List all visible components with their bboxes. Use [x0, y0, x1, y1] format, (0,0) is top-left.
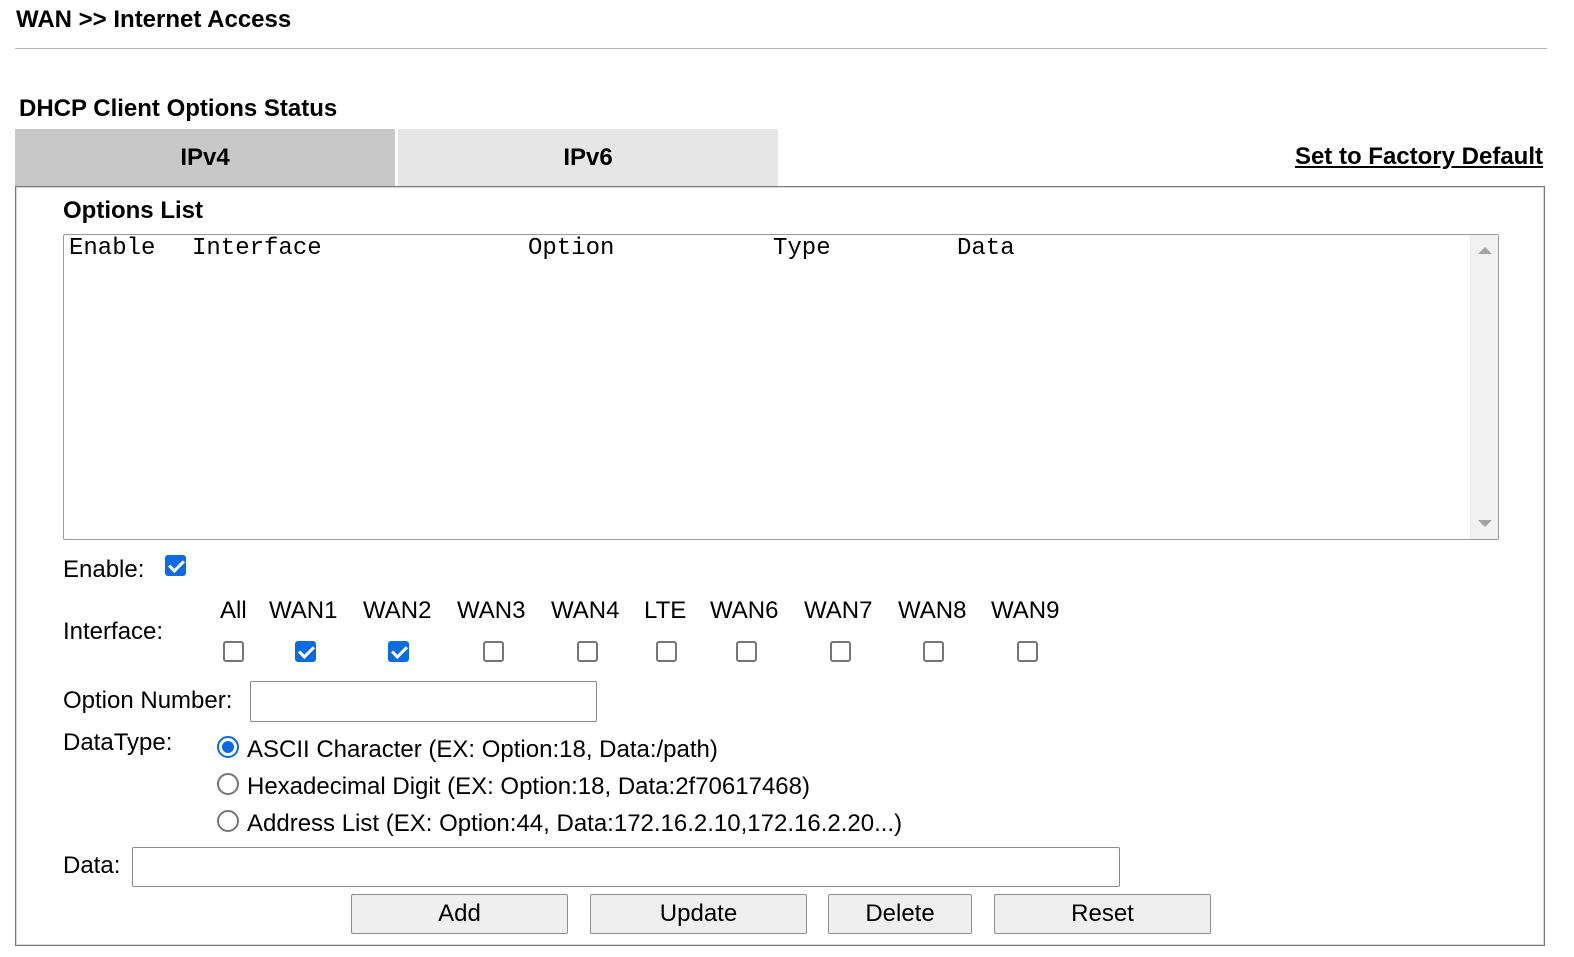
options-list-header: Enable Interface Option Type Data: [69, 235, 1015, 265]
header-divider: [15, 48, 1547, 49]
interface-checkbox-wan6[interactable]: [736, 641, 757, 662]
update-button[interactable]: Update: [590, 894, 807, 934]
datatype-address-list-label: Address List (EX: Option:44, Data:172.16…: [247, 810, 903, 837]
interface-label-all: All: [220, 597, 247, 624]
option-number-label: Option Number:: [63, 687, 233, 714]
reset-button[interactable]: Reset: [994, 894, 1211, 934]
datatype-address-list-radio[interactable]: [217, 810, 239, 832]
interface-checkbox-wan3[interactable]: [483, 641, 504, 662]
interface-label-wan2: WAN2: [363, 597, 432, 624]
interface-checkbox-wan2[interactable]: [388, 641, 409, 662]
interface-label-wan9: WAN9: [991, 597, 1060, 624]
interface-checkbox-lte[interactable]: [656, 641, 677, 662]
tab-ipv4[interactable]: IPv4: [15, 129, 395, 186]
interface-checkbox-all[interactable]: [223, 641, 244, 662]
column-type: Type: [773, 235, 831, 262]
option-number-input[interactable]: [250, 681, 597, 722]
column-data: Data: [957, 235, 1015, 262]
data-label: Data:: [63, 852, 121, 879]
interface-label: Interface:: [63, 618, 164, 645]
interface-checkbox-wan7[interactable]: [830, 641, 851, 662]
tab-ipv6[interactable]: IPv6: [398, 129, 778, 186]
column-enable: Enable: [69, 235, 156, 262]
column-interface: Interface: [192, 235, 322, 262]
interface-label-lte: LTE: [644, 597, 687, 624]
options-list-title: Options List: [63, 197, 203, 224]
column-option: Option: [528, 235, 615, 262]
enable-checkbox[interactable]: [165, 555, 186, 576]
breadcrumb: WAN >> Internet Access: [16, 6, 292, 33]
interface-checkbox-wan9[interactable]: [1017, 641, 1038, 662]
delete-button[interactable]: Delete: [828, 894, 972, 934]
interface-label-wan4: WAN4: [551, 597, 620, 624]
interface-label-wan6: WAN6: [710, 597, 779, 624]
interface-label-wan1: WAN1: [269, 597, 338, 624]
interface-label-wan3: WAN3: [457, 597, 526, 624]
listbox-scrollbar[interactable]: [1470, 235, 1498, 539]
datatype-label: DataType:: [63, 729, 173, 756]
datatype-ascii-radio[interactable]: [217, 736, 239, 758]
datatype-ascii-label: ASCII Character (EX: Option:18, Data:/pa…: [247, 736, 718, 763]
section-title: DHCP Client Options Status: [19, 95, 338, 122]
add-button[interactable]: Add: [351, 894, 568, 934]
data-input[interactable]: [132, 847, 1120, 887]
set-to-factory-default-link[interactable]: Set to Factory Default: [1295, 143, 1543, 171]
scroll-down-arrow-icon[interactable]: [1478, 520, 1492, 527]
enable-label: Enable:: [63, 556, 145, 583]
interface-checkbox-wan1[interactable]: [295, 641, 316, 662]
interface-checkbox-wan4[interactable]: [577, 641, 598, 662]
interface-label-wan8: WAN8: [898, 597, 967, 624]
datatype-hex-label: Hexadecimal Digit (EX: Option:18, Data:2…: [247, 773, 810, 800]
options-listbox[interactable]: Enable Interface Option Type Data: [63, 234, 1499, 540]
interface-label-wan7: WAN7: [804, 597, 873, 624]
datatype-hex-radio[interactable]: [217, 773, 239, 795]
interface-checkbox-wan8[interactable]: [923, 641, 944, 662]
scroll-up-arrow-icon[interactable]: [1478, 247, 1492, 254]
